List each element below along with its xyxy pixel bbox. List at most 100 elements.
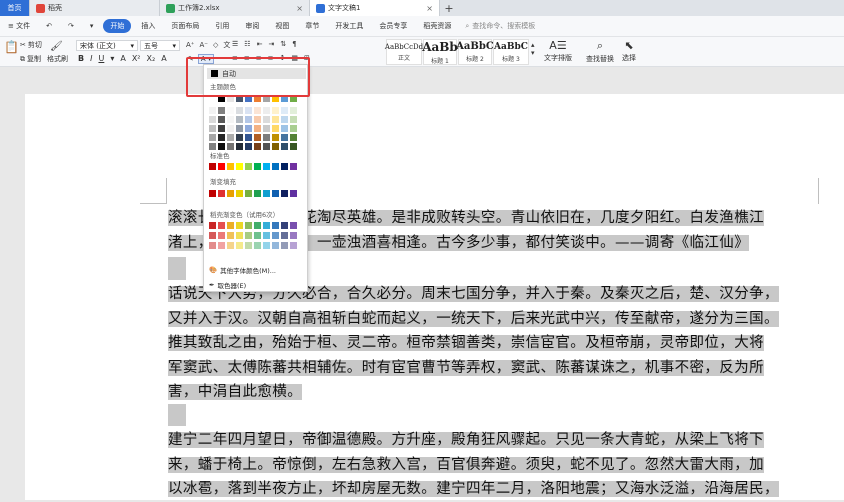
color-swatch[interactable] [272, 190, 279, 197]
increase-indent-icon[interactable]: ⇥ [268, 40, 274, 48]
color-swatch[interactable] [218, 222, 225, 229]
color-swatch[interactable] [272, 125, 279, 132]
menu-view[interactable]: 视图 [267, 21, 297, 31]
color-swatch[interactable] [272, 232, 279, 239]
font-size-select[interactable]: 五号 ▾ [140, 40, 180, 51]
color-swatch[interactable] [290, 134, 297, 141]
color-swatch[interactable] [263, 116, 270, 123]
color-swatch[interactable] [263, 107, 270, 114]
menu-review[interactable]: 审阅 [237, 21, 267, 31]
numbering-icon[interactable]: ☷ [244, 40, 250, 48]
color-swatch[interactable] [236, 125, 243, 132]
color-swatch[interactable] [227, 242, 234, 249]
menu-insert[interactable]: 插入 [133, 21, 163, 31]
color-swatch[interactable] [281, 116, 288, 123]
shrink-font-icon[interactable]: A⁻ [199, 41, 207, 49]
color-swatch[interactable] [263, 190, 270, 197]
redo-icon[interactable]: ↷ [60, 22, 82, 30]
color-swatch[interactable] [236, 116, 243, 123]
color-swatch[interactable] [218, 107, 225, 114]
color-swatch[interactable] [254, 143, 261, 150]
color-swatch[interactable] [281, 143, 288, 150]
paragraph-2[interactable]: 话说天下大势，分久必合，合久必分。周末七国分争，并入于秦。及秦灭之后，楚、汉分争… [168, 282, 818, 405]
clear-format-icon[interactable]: ◇ [213, 41, 218, 49]
color-swatch[interactable] [209, 190, 216, 197]
color-swatch[interactable] [281, 107, 288, 114]
color-swatch[interactable] [218, 232, 225, 239]
bullets-icon[interactable]: ☰ [232, 40, 238, 48]
color-swatch[interactable] [245, 116, 252, 123]
color-swatch[interactable] [218, 143, 225, 150]
color-swatch[interactable] [218, 190, 225, 197]
color-swatch[interactable] [236, 143, 243, 150]
color-swatch[interactable] [245, 125, 252, 132]
color-swatch[interactable] [218, 163, 225, 170]
color-swatch[interactable] [272, 107, 279, 114]
color-swatch[interactable] [236, 232, 243, 239]
style-heading-3[interactable]: AaBbC 标题 3 [493, 39, 529, 65]
superscript-icon[interactable]: X² [132, 54, 141, 63]
color-swatch[interactable] [209, 134, 216, 141]
select-button[interactable]: ⬉ 选择 [622, 39, 636, 63]
color-swatch[interactable] [281, 222, 288, 229]
color-swatch[interactable] [209, 143, 216, 150]
color-swatch[interactable] [263, 143, 270, 150]
bold-icon[interactable]: B [78, 54, 84, 63]
color-swatch[interactable] [263, 163, 270, 170]
color-swatch[interactable] [227, 116, 234, 123]
color-swatch[interactable] [290, 107, 297, 114]
menu-home[interactable]: 开始 [103, 19, 132, 33]
font-name-select[interactable]: 宋体 (正文) ▾ [76, 40, 138, 51]
color-swatch[interactable] [272, 134, 279, 141]
color-swatch[interactable] [281, 125, 288, 132]
styles-scroll[interactable]: ▴ ▾ [531, 41, 535, 57]
style-heading-1[interactable]: AaBb 标题 1 [422, 39, 458, 65]
color-swatch[interactable] [290, 242, 297, 249]
more-colors-option[interactable]: 🎨 其他字体颜色(M)... [209, 265, 276, 275]
color-swatch[interactable] [209, 242, 216, 249]
color-swatch[interactable] [272, 222, 279, 229]
color-swatch[interactable] [263, 125, 270, 132]
paragraph-3[interactable]: 建宁二年四月望日，帝御温德殿。方升座，殿角狂风骤起。只见一条大青蛇，从梁上飞将下… [168, 428, 818, 502]
new-tab-button[interactable]: + [440, 0, 458, 16]
color-swatch[interactable] [263, 134, 270, 141]
color-swatch[interactable] [281, 232, 288, 239]
color-swatch[interactable] [254, 116, 261, 123]
color-swatch[interactable] [272, 163, 279, 170]
color-swatch[interactable] [218, 134, 225, 141]
color-swatch[interactable] [290, 190, 297, 197]
color-swatch[interactable] [254, 222, 261, 229]
color-swatch[interactable] [245, 163, 252, 170]
color-swatch[interactable] [272, 143, 279, 150]
style-heading-2[interactable]: AaBbC 标题 2 [456, 39, 494, 65]
color-swatch[interactable] [209, 232, 216, 239]
color-swatch[interactable] [227, 134, 234, 141]
color-swatch[interactable] [272, 242, 279, 249]
color-swatch[interactable] [245, 232, 252, 239]
file-menu[interactable]: ≡ 文件 [0, 21, 38, 31]
color-swatch[interactable] [254, 163, 261, 170]
color-swatch[interactable] [290, 125, 297, 132]
style-normal[interactable]: AaBbCcDd 正文 [385, 39, 423, 65]
italic-icon[interactable]: I [90, 54, 92, 63]
tab-workbook[interactable]: 工作簿2.xlsx × [160, 0, 310, 16]
color-swatch[interactable] [290, 222, 297, 229]
dropdown-icon[interactable]: ▾ [82, 22, 102, 30]
find-replace-button[interactable]: ⌕ 查找替换 [586, 39, 614, 64]
strikethrough-icon[interactable]: A [120, 54, 125, 63]
menu-developer[interactable]: 开发工具 [327, 21, 371, 31]
show-marks-icon[interactable]: ¶ [292, 40, 296, 48]
tab-document[interactable]: 文字文稿1 × [310, 0, 440, 16]
color-swatch[interactable] [263, 242, 270, 249]
color-swatch[interactable] [218, 116, 225, 123]
color-swatch[interactable] [281, 242, 288, 249]
pinyin-icon[interactable]: 文 [223, 40, 230, 50]
color-swatch[interactable] [209, 163, 216, 170]
grow-font-icon[interactable]: A⁺ [186, 41, 194, 49]
color-swatch[interactable] [236, 134, 243, 141]
color-swatch[interactable] [272, 116, 279, 123]
color-swatch[interactable] [227, 232, 234, 239]
sort-icon[interactable]: ⇅ [280, 40, 286, 48]
undo-icon[interactable]: ↶ [38, 22, 60, 30]
color-swatch[interactable] [209, 222, 216, 229]
